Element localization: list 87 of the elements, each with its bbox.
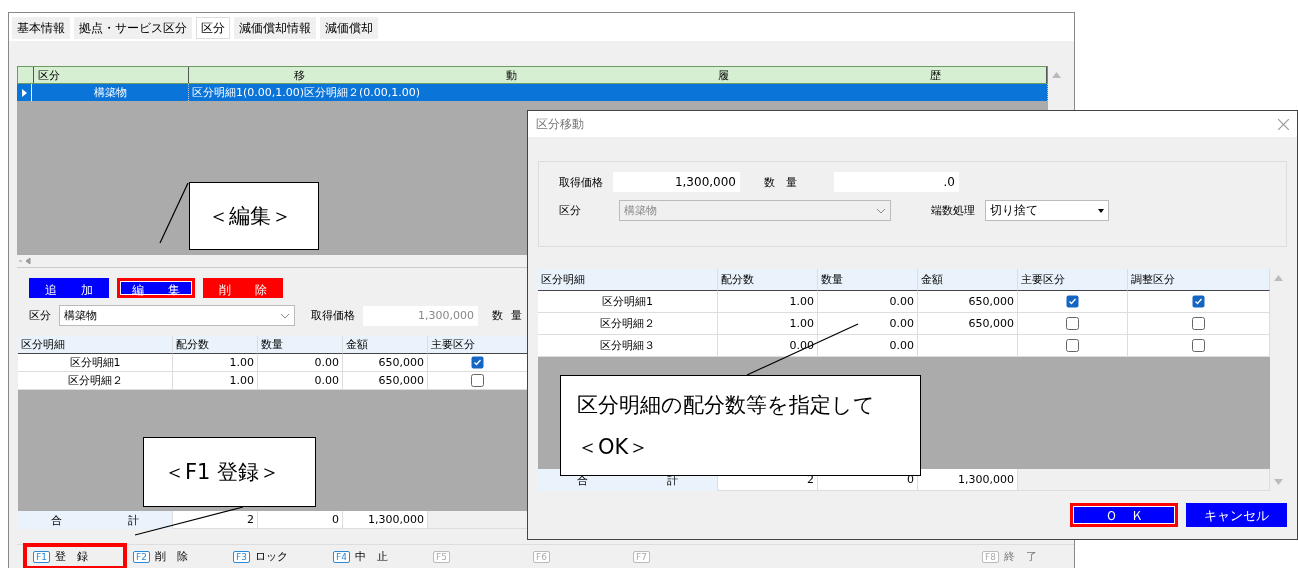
table-cell: 区分明細２ — [538, 313, 718, 335]
tab[interactable]: 基本情報 — [12, 17, 70, 39]
function-key[interactable]: F3 ロック — [225, 545, 325, 568]
row-pointer-icon — [21, 88, 27, 97]
tab[interactable]: 区分 — [196, 17, 230, 39]
callout-text: ＜OK＞ — [577, 433, 651, 461]
rounding-select[interactable]: 切り捨て — [985, 200, 1109, 221]
table-cell: 0.00 — [818, 335, 918, 357]
field-label: 区分 — [29, 308, 51, 323]
field-label: 取得価格 — [559, 174, 603, 190]
column-header: 区分 — [34, 67, 189, 83]
table-cell: 0.00 — [818, 291, 918, 313]
field-label: 区分 — [559, 203, 582, 218]
price-field[interactable]: 1,300,000 — [613, 172, 740, 192]
table-cell: 1.00 — [718, 291, 818, 313]
price-field[interactable]: 1,300,000 — [363, 305, 478, 326]
table-cell: 2 — [173, 511, 258, 529]
table-cell: 1,300,000 — [343, 511, 428, 529]
column-header: 区分明細 — [18, 336, 173, 354]
table-cell: 区分明細1 — [18, 354, 173, 372]
column-header: 主要区分 — [428, 336, 528, 354]
table-cell: 0.00 — [818, 313, 918, 335]
field-label: 数 量 — [764, 174, 798, 190]
function-key[interactable]: F1 登 録 — [25, 545, 125, 568]
chevron-down-icon[interactable] — [280, 312, 290, 319]
column-header-text: 履 — [718, 67, 730, 83]
table-cell: 区分明細２ — [18, 372, 173, 390]
table-cell: 区分明細３ — [538, 335, 718, 357]
dialog-button[interactable]: キャンセル — [1186, 503, 1287, 527]
total-label: 合 — [51, 512, 62, 528]
column-header-text: 移 — [293, 67, 305, 83]
field-label: 取得価格 — [311, 308, 355, 323]
function-key[interactable]: F4 中 止 — [325, 545, 425, 568]
checkbox[interactable] — [471, 374, 484, 387]
table-cell: 0 — [258, 511, 343, 529]
dialog-button[interactable]: Ｏ Ｋ — [1070, 503, 1178, 527]
column-header: 区分明細 — [538, 269, 718, 291]
column-header: 主要区分 — [1018, 269, 1128, 291]
total-label: 合 — [577, 472, 589, 488]
total-label: 計 — [128, 512, 139, 528]
table-cell: 0.00 — [258, 354, 343, 372]
callout-text: ＜編集＞ — [208, 203, 293, 230]
dialog-title: 区分移動 — [536, 115, 584, 133]
action-button[interactable]: 追 加 — [29, 278, 109, 298]
tab[interactable]: 減価償却 — [320, 17, 378, 39]
field-label: 量 — [511, 308, 522, 323]
checkbox[interactable] — [1066, 317, 1079, 330]
column-header-text: 歴 — [930, 67, 942, 83]
column-header-text: 動 — [505, 67, 517, 83]
category-select[interactable]: 構築物 — [59, 305, 295, 326]
function-key[interactable]: F2 削 除 — [125, 545, 225, 568]
table-cell: 650,000 — [343, 354, 428, 372]
checked-checkbox[interactable] — [471, 356, 484, 369]
checkbox[interactable] — [1066, 339, 1079, 352]
table-cell: 650,000 — [918, 291, 1018, 313]
tab[interactable]: 拠点・サービス区分 — [74, 17, 192, 39]
checkbox[interactable] — [1192, 339, 1205, 352]
field-label: 端数処理 — [931, 203, 975, 218]
callout-text: 区分明細の配分数等を指定して — [577, 391, 876, 419]
table-cell: 区分明細1 — [538, 291, 718, 313]
close-icon[interactable] — [1278, 118, 1289, 130]
table-cell: 0.00 — [258, 372, 343, 390]
checked-checkbox[interactable] — [1192, 295, 1205, 308]
column-header: 金額 — [343, 336, 428, 354]
table-cell: 650,000 — [918, 313, 1018, 335]
field-label: 数 — [492, 308, 503, 323]
quantity-field[interactable]: .0 — [834, 172, 959, 192]
column-header: 数量 — [818, 269, 918, 291]
action-button[interactable]: 削 除 — [203, 278, 283, 298]
table-cell: 1.00 — [718, 313, 818, 335]
table-cell: 0.00 — [718, 335, 818, 357]
checked-checkbox[interactable] — [1066, 295, 1079, 308]
table-cell: 1,300,000 — [918, 469, 1018, 491]
checkbox[interactable] — [1192, 317, 1205, 330]
column-header: 調整区分 — [1128, 269, 1270, 291]
column-header: 配分数 — [173, 336, 258, 354]
table-cell: 650,000 — [343, 372, 428, 390]
dropdown-arrow-icon[interactable] — [1098, 208, 1104, 213]
callout-text: ＜F1 登録＞ — [164, 459, 282, 486]
table-cell: 1.00 — [173, 354, 258, 372]
column-header: 数量 — [258, 336, 343, 354]
function-key[interactable]: F8 終 了 — [974, 545, 1054, 568]
column-header: 配分数 — [718, 269, 818, 291]
tab[interactable]: 減価償却情報 — [234, 17, 316, 39]
column-header: 金額 — [918, 269, 1018, 291]
grid-row[interactable]: 構築物 区分明細1(0.00,1.00)区分明細２(0.00,1.00) — [17, 84, 1048, 101]
table-cell: 1.00 — [173, 372, 258, 390]
